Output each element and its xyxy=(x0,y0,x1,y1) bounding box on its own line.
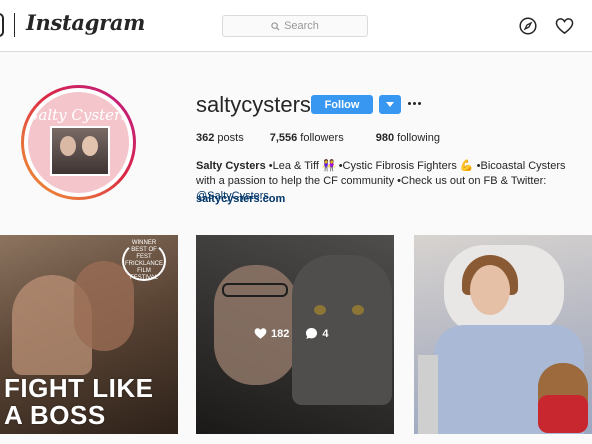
following-count-value: 980 xyxy=(375,132,395,144)
follow-button[interactable]: Follow xyxy=(311,95,373,114)
more-options-button[interactable] xyxy=(406,94,422,112)
heart-icon[interactable] xyxy=(555,17,574,35)
profile-avatar[interactable]: Salty Cysters xyxy=(21,85,136,200)
posts-count-value: 362 xyxy=(196,132,215,144)
avatar-face xyxy=(82,136,98,156)
dot-icon xyxy=(407,101,411,105)
post-photo-face xyxy=(470,265,510,315)
avatar-frame: Salty Cysters xyxy=(24,88,133,197)
suggestions-dropdown-button[interactable] xyxy=(379,95,401,114)
profile-full-name: Salty Cysters xyxy=(196,160,266,172)
laurel-wreath-icon: WINNER BEST OF FEST FRICKLANCE FILM FEST… xyxy=(122,240,166,281)
instagram-glyph-icon[interactable] xyxy=(0,13,4,37)
comment-icon xyxy=(306,327,318,340)
search-input[interactable]: Search xyxy=(222,15,368,37)
followers-count-value: 7,556 xyxy=(269,132,298,144)
likes-count: 182 xyxy=(271,327,290,340)
post-thumbnail[interactable]: WINNER BEST OF FEST FRICKLANCE FILM FEST… xyxy=(0,235,178,434)
instagram-logo[interactable]: Instagram xyxy=(26,10,145,35)
following-count-label: following xyxy=(394,132,440,144)
post-thumbnail[interactable] xyxy=(414,235,592,434)
comments-count: 4 xyxy=(322,327,329,340)
search-icon xyxy=(271,21,280,31)
avatar-photo xyxy=(50,126,110,176)
posts-count: 362 posts xyxy=(196,132,244,144)
profile-stats: 362 posts 7,556 followers 980 following xyxy=(196,132,440,144)
dot-icon xyxy=(412,101,416,105)
chevron-down-icon xyxy=(386,102,394,107)
post-photo-iv-stand xyxy=(418,355,438,434)
post-likes: 182 xyxy=(254,327,289,340)
award-line: BEST OF FEST xyxy=(131,247,157,260)
profile-username: saltycysters xyxy=(196,92,311,117)
award-line: FRICKLANCE FILM FESTIVAL xyxy=(124,261,163,281)
festival-award-laurel: WINNER BEST OF FEST FRICKLANCE FILM FEST… xyxy=(118,240,170,281)
posts-count-label: posts xyxy=(214,132,244,144)
followers-count-label: followers xyxy=(297,132,344,144)
dot-icon xyxy=(417,101,421,105)
avatar-logo-text: Salty Cysters xyxy=(28,106,129,124)
post-headline-text: FIGHT LIKE A BOSS xyxy=(4,373,154,430)
followers-link[interactable]: 7,556 followers xyxy=(270,132,344,144)
post-thumbnail[interactable]: 182 4 xyxy=(196,235,394,434)
avatar-image: Salty Cysters xyxy=(28,92,129,193)
post-comments: 4 xyxy=(305,327,328,340)
compass-icon[interactable] xyxy=(519,17,537,35)
following-link[interactable]: 980 following xyxy=(376,132,440,144)
award-line: WINNER xyxy=(131,240,157,246)
search-placeholder: Search xyxy=(284,20,319,32)
top-nav: Instagram Search xyxy=(0,0,592,52)
heart-icon xyxy=(254,328,267,339)
avatar-face xyxy=(60,136,76,156)
post-engagement-stats: 182 4 xyxy=(254,327,328,340)
profile-website-link[interactable]: saltycysters.com xyxy=(196,193,285,205)
nav-divider xyxy=(14,13,15,37)
post-photo-bear-shirt xyxy=(538,395,588,433)
